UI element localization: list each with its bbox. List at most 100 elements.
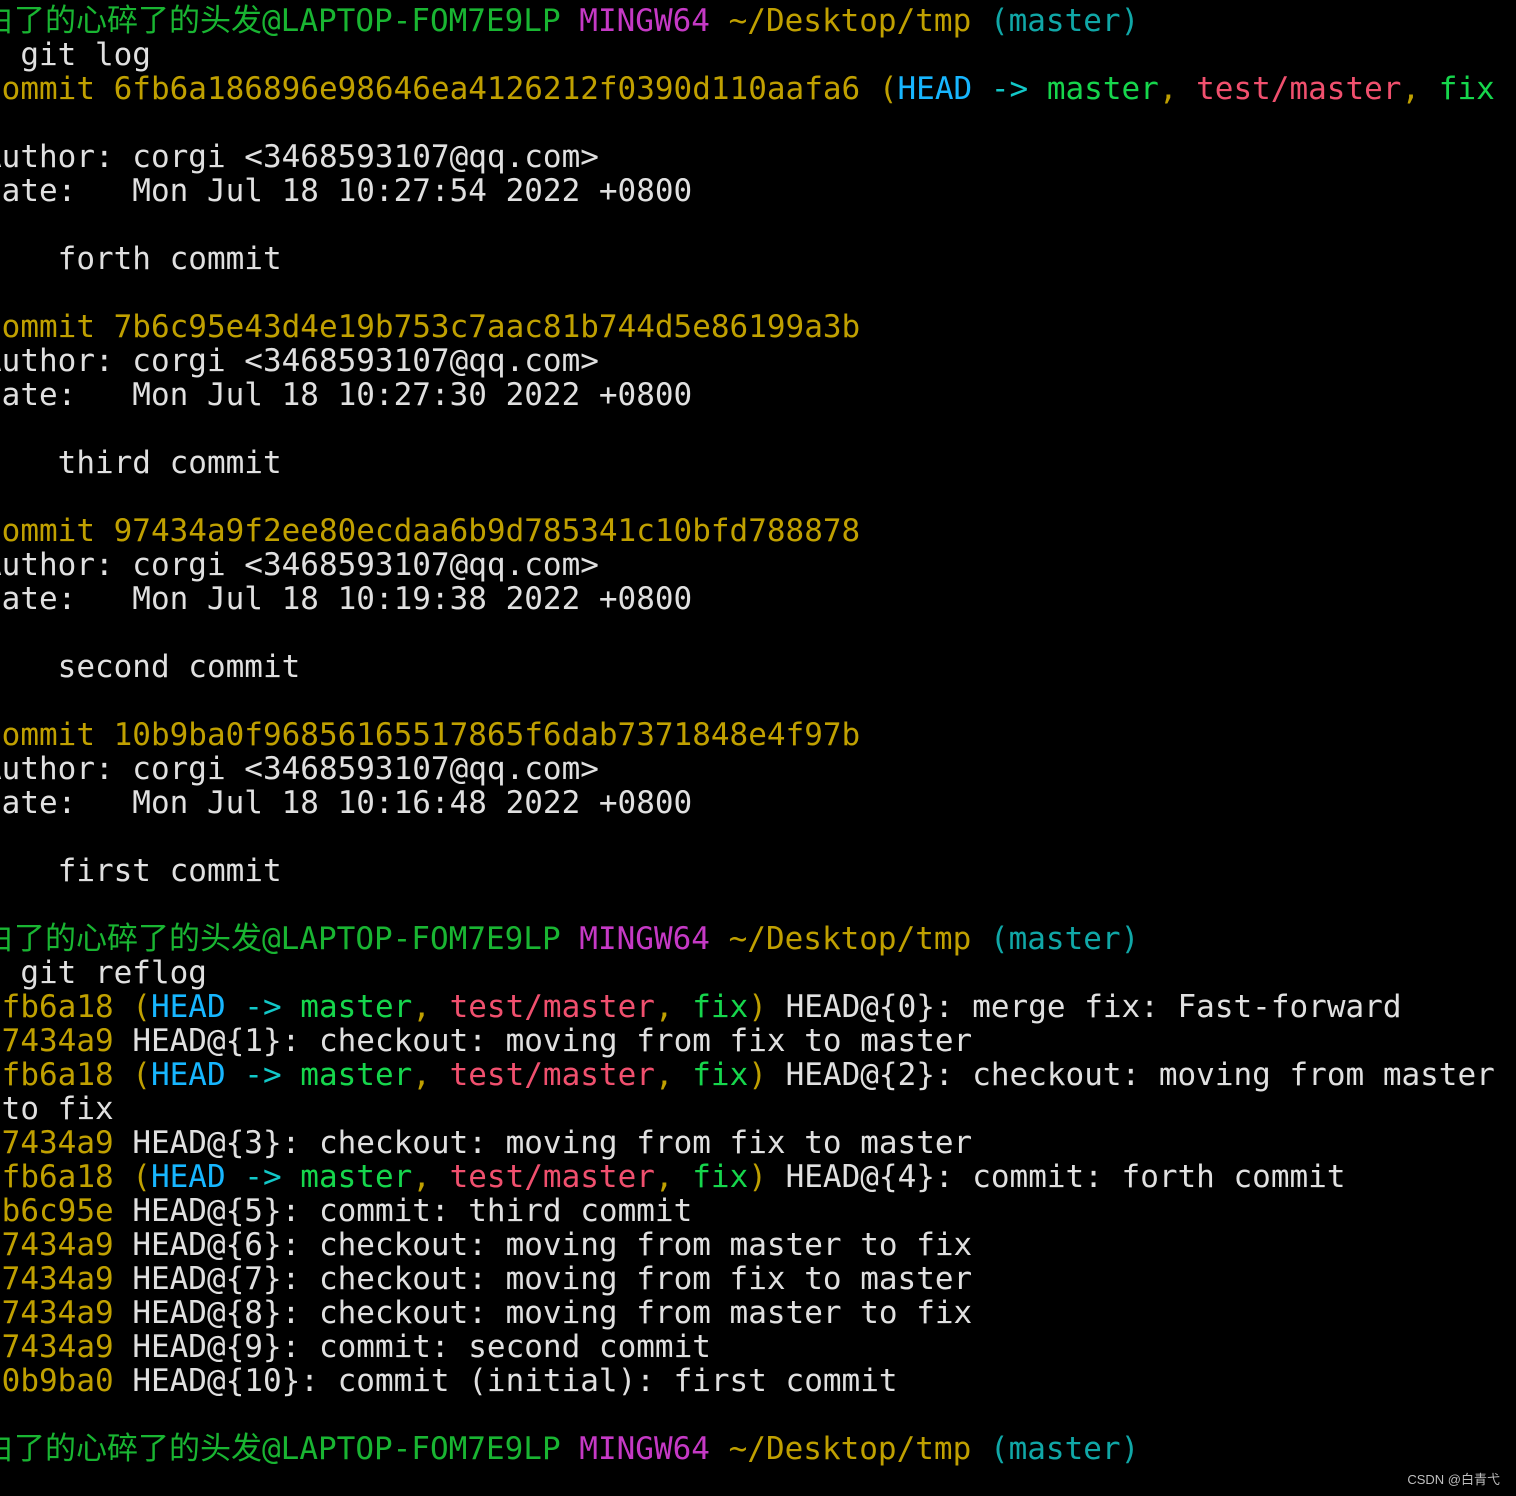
terminal-text-segment: ) bbox=[0, 105, 2, 141]
terminal-text-segment: 白了的心碎了的头发@LAPTOP-FOM7E9LP bbox=[0, 1431, 561, 1467]
terminal-text-segment: master bbox=[300, 989, 413, 1025]
terminal-text-segment: fix bbox=[1438, 71, 1495, 107]
terminal-line: Author: corgi <3468593107@qq.com> bbox=[0, 140, 599, 174]
terminal-line: 7b6c95e HEAD@{5}: commit: third commit bbox=[0, 1194, 692, 1228]
terminal-line: 白了的心碎了的头发@LAPTOP-FOM7E9LP MINGW64 ~/Desk… bbox=[0, 4, 1139, 38]
terminal-line: Date: Mon Jul 18 10:19:38 2022 +0800 bbox=[0, 582, 692, 616]
terminal-text-segment: -> bbox=[972, 71, 1047, 107]
terminal-line: $ git log bbox=[0, 38, 151, 72]
terminal-text-segment: Date: Mon Jul 18 10:27:54 2022 +0800 bbox=[0, 173, 693, 209]
terminal-text-segment: MINGW64 bbox=[579, 3, 710, 39]
terminal-text-segment: -> bbox=[225, 989, 301, 1025]
terminal-line: 10b9ba0 HEAD@{10}: commit (initial): fir… bbox=[0, 1364, 898, 1398]
terminal-text-segment: HEAD@{7}: checkout: moving from fix to m… bbox=[113, 1261, 973, 1297]
terminal-line: commit 97434a9f2ee80ecdaa6b9d785341c10bf… bbox=[0, 514, 860, 548]
terminal-text-segment: master bbox=[300, 1057, 413, 1093]
terminal-text-segment: HEAD bbox=[897, 71, 973, 107]
terminal-text-segment: Date: Mon Jul 18 10:27:30 2022 +0800 bbox=[0, 377, 693, 413]
terminal-text-segment: $ bbox=[0, 1465, 2, 1496]
terminal-text-segment: master bbox=[1046, 71, 1159, 107]
terminal-text-segment: , bbox=[654, 1057, 693, 1093]
terminal-text-segment: third commit bbox=[0, 445, 282, 481]
terminal-line: 97434a9 HEAD@{7}: checkout: moving from … bbox=[0, 1262, 972, 1296]
terminal-text-segment: 97434a9 bbox=[0, 1023, 114, 1059]
terminal-line: 6fb6a18 (HEAD -> master, test/master, fi… bbox=[0, 1058, 1495, 1092]
terminal-text-segment: fix bbox=[692, 989, 749, 1025]
terminal-window[interactable]: 白了的心碎了的头发@LAPTOP-FOM7E9LP MINGW64 ~/Desk… bbox=[0, 0, 1516, 1496]
terminal-text-segment: master bbox=[300, 1159, 413, 1195]
terminal-line: 白了的心碎了的头发@LAPTOP-FOM7E9LP MINGW64 ~/Desk… bbox=[0, 922, 1139, 956]
terminal-text-segment: second commit bbox=[0, 649, 301, 685]
terminal-text-segment: HEAD@{5}: commit: third commit bbox=[113, 1193, 693, 1229]
terminal-text-segment: Date: Mon Jul 18 10:19:38 2022 +0800 bbox=[0, 581, 693, 617]
terminal-text-segment: test/master bbox=[449, 989, 655, 1025]
terminal-text-segment: , bbox=[412, 1159, 450, 1195]
terminal-line: commit 10b9ba0f96856165517865f6dab737184… bbox=[0, 718, 860, 752]
terminal-text-segment: MINGW64 bbox=[579, 921, 710, 957]
terminal-line: $ bbox=[0, 1466, 2, 1496]
terminal-text-segment: 白了的心碎了的头发@LAPTOP-FOM7E9LP bbox=[0, 3, 561, 39]
terminal-line: Date: Mon Jul 18 10:27:30 2022 +0800 bbox=[0, 378, 692, 412]
terminal-line: 6fb6a18 (HEAD -> master, test/master, fi… bbox=[0, 1160, 1346, 1194]
terminal-text-segment: HEAD@{3}: checkout: moving from fix to m… bbox=[113, 1125, 973, 1161]
terminal-text-segment: 97434a9 bbox=[0, 1329, 114, 1365]
terminal-line: 97434a9 HEAD@{1}: checkout: moving from … bbox=[0, 1024, 972, 1058]
terminal-text-segment: , bbox=[1158, 71, 1197, 107]
terminal-text-segment: $ git reflog bbox=[0, 955, 207, 991]
terminal-text-segment: fix bbox=[692, 1057, 749, 1093]
terminal-text-segment: ) bbox=[748, 989, 767, 1025]
terminal-text-segment: HEAD@{1}: checkout: moving from fix to m… bbox=[113, 1023, 973, 1059]
terminal-text-segment: commit 97434a9f2ee80ecdaa6b9d785341c10bf… bbox=[0, 513, 861, 549]
terminal-line: 97434a9 HEAD@{6}: checkout: moving from … bbox=[0, 1228, 972, 1262]
terminal-line: $ git reflog bbox=[0, 956, 207, 990]
terminal-line: 97434a9 HEAD@{8}: checkout: moving from … bbox=[0, 1296, 972, 1330]
terminal-line: 97434a9 HEAD@{3}: checkout: moving from … bbox=[0, 1126, 972, 1160]
terminal-text-segment: Author: corgi <3468593107@qq.com> bbox=[0, 139, 599, 175]
terminal-line: 6fb6a18 (HEAD -> master, test/master, fi… bbox=[0, 990, 1401, 1024]
terminal-text-segment: HEAD bbox=[150, 989, 226, 1025]
terminal-text-segment: ~/Desktop/tmp bbox=[728, 3, 972, 39]
terminal-text-segment: , bbox=[654, 1159, 693, 1195]
terminal-text-segment: commit 6fb6a186896e98646ea4126212f0390d1… bbox=[0, 71, 898, 107]
terminal-text-segment: Date: Mon Jul 18 10:16:48 2022 +0800 bbox=[0, 785, 693, 821]
terminal-line: Author: corgi <3468593107@qq.com> bbox=[0, 344, 599, 378]
terminal-line: third commit bbox=[0, 446, 282, 480]
terminal-line: Author: corgi <3468593107@qq.com> bbox=[0, 548, 599, 582]
terminal-text-segment: 6fb6a18 ( bbox=[0, 1057, 151, 1093]
terminal-text-segment: test/master bbox=[1196, 71, 1402, 107]
terminal-line: Author: corgi <3468593107@qq.com> bbox=[0, 752, 599, 786]
terminal-text-segment: 6fb6a18 ( bbox=[0, 1159, 151, 1195]
terminal-text-segment: Author: corgi <3468593107@qq.com> bbox=[0, 751, 599, 787]
terminal-text-segment: HEAD bbox=[150, 1057, 226, 1093]
terminal-text-segment: (master) bbox=[989, 1431, 1140, 1467]
terminal-text-segment: MINGW64 bbox=[579, 1431, 710, 1467]
terminal-text-segment: $ git log bbox=[0, 37, 151, 73]
terminal-text-segment: , bbox=[1401, 71, 1439, 107]
terminal-text-segment: , bbox=[412, 1057, 450, 1093]
terminal-text-segment: forth commit bbox=[0, 241, 282, 277]
terminal-text-segment: HEAD@{2}: checkout: moving from master bbox=[766, 1057, 1495, 1093]
terminal-text-segment: 白了的心碎了的头发@LAPTOP-FOM7E9LP bbox=[0, 921, 561, 957]
terminal-text-segment: HEAD@{4}: commit: forth commit bbox=[766, 1159, 1346, 1195]
terminal-text-segment: -> bbox=[225, 1057, 301, 1093]
terminal-text-segment: (master) bbox=[989, 3, 1140, 39]
terminal-text-segment: -> bbox=[225, 1159, 301, 1195]
terminal-line: Date: Mon Jul 18 10:27:54 2022 +0800 bbox=[0, 174, 692, 208]
terminal-line: first commit bbox=[0, 854, 282, 888]
terminal-line: commit 7b6c95e43d4e19b753c7aac81b744d5e8… bbox=[0, 310, 860, 344]
terminal-line: second commit bbox=[0, 649, 301, 685]
terminal-text-segment: HEAD@{8}: checkout: moving from master t… bbox=[113, 1295, 973, 1331]
terminal-text-segment: Author: corgi <3468593107@qq.com> bbox=[0, 343, 599, 379]
terminal-text-segment: ) bbox=[748, 1159, 767, 1195]
terminal-text-segment: 97434a9 bbox=[0, 1125, 114, 1161]
terminal-text-segment: 7b6c95e bbox=[0, 1193, 114, 1229]
terminal-text-segment: commit 7b6c95e43d4e19b753c7aac81b744d5e8… bbox=[0, 309, 861, 345]
terminal-text-segment: commit 10b9ba0f96856165517865f6dab737184… bbox=[0, 717, 861, 753]
terminal-text-segment: , bbox=[654, 989, 693, 1025]
